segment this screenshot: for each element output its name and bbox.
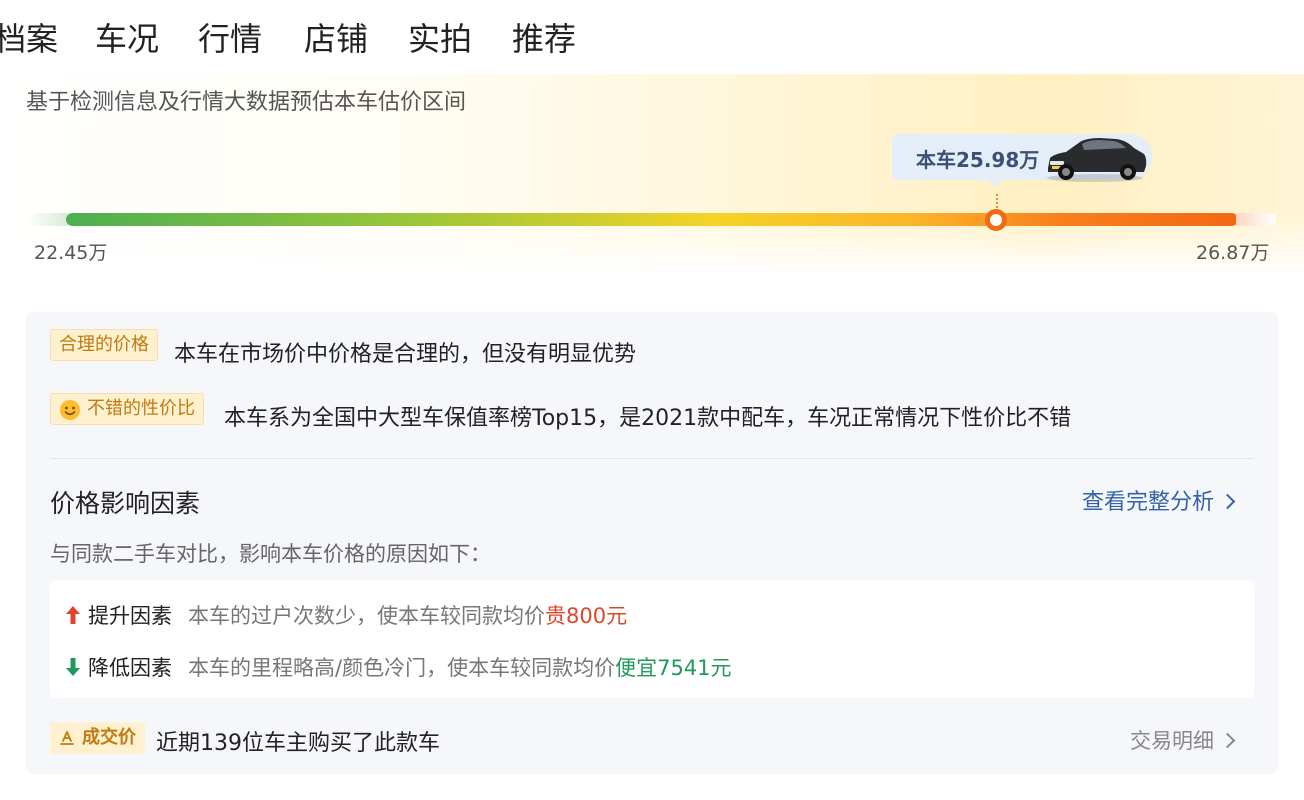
deal-icon <box>60 731 74 745</box>
tab-recommend[interactable]: 推荐 <box>512 14 576 60</box>
deal-price-tag-label: 成交价 <box>82 727 136 748</box>
price-bar-left-fade <box>28 213 68 226</box>
price-factors-title: 价格影响因素 <box>50 489 201 518</box>
arrow-down-icon <box>66 658 80 676</box>
view-full-analysis-label: 查看完整分析 <box>1082 490 1215 515</box>
good-value-text: 本车系为全国中大型车保值率榜Top15，是2021款中配车，车况正常情况下性价比… <box>224 406 1072 431</box>
price-analysis-card: 合理的价格 本车在市场价中价格是合理的，但没有明显优势 不错的性价比 本车系为全… <box>26 312 1278 774</box>
transaction-details-link[interactable]: 交易明细 <box>1130 725 1236 755</box>
factor-up-amount: 贵800元 <box>545 604 628 628</box>
good-value-tag-label: 不错的性价比 <box>87 398 195 419</box>
factor-down-desc: 本车的里程略高/颜色冷门，使本车较同款均价 <box>188 656 616 680</box>
factor-down-label: 降低因素 <box>88 656 172 680</box>
factor-list: 提升因素 本车的过户次数少，使本车较同款均价贵800元 降低因素 本车的里程略高/颜… <box>50 580 1254 698</box>
chevron-right-icon <box>1219 732 1236 749</box>
tab-photos[interactable]: 实拍 <box>408 14 472 60</box>
divider <box>50 458 1254 459</box>
good-value-tag: 不错的性价比 <box>50 393 204 425</box>
chevron-right-icon <box>1219 493 1236 510</box>
deal-price-tag: 成交价 <box>50 722 145 754</box>
factor-up-desc: 本车的过户次数少，使本车较同款均价 <box>188 604 545 628</box>
reasonable-price-text: 本车在市场价中价格是合理的，但没有明显优势 <box>174 342 637 367</box>
tab-bar: 档案 车况 行情 店铺 实拍 推荐 <box>0 0 1304 80</box>
price-max-label: 26.87万 <box>1196 242 1270 264</box>
tab-archive[interactable]: 档案 <box>0 14 58 60</box>
factor-down-amount: 便宜7541元 <box>615 656 732 680</box>
current-price-label: 本车25.98万 <box>916 148 1040 172</box>
price-range-bar <box>66 213 1238 226</box>
price-min-label: 22.45万 <box>34 242 108 264</box>
price-bar-right-fade <box>1236 213 1276 226</box>
deal-summary-text: 近期139位车主购买了此款车 <box>156 731 440 756</box>
car-icon <box>1047 138 1147 182</box>
factor-down-row: 降低因素 本车的里程略高/颜色冷门，使本车较同款均价便宜7541元 <box>64 652 732 682</box>
price-factors-subtitle: 与同款二手车对比，影响本车价格的原因如下： <box>50 542 491 566</box>
tab-store[interactable]: 店铺 <box>304 14 368 60</box>
transaction-details-label: 交易明细 <box>1130 729 1214 753</box>
tab-market[interactable]: 行情 <box>198 14 262 80</box>
tab-condition[interactable]: 车况 <box>95 14 159 60</box>
current-price-marker <box>985 209 1007 231</box>
view-full-analysis-link[interactable]: 查看完整分析 <box>1082 484 1236 516</box>
arrow-up-icon <box>66 606 80 624</box>
smile-icon <box>60 400 80 420</box>
factor-up-row: 提升因素 本车的过户次数少，使本车较同款均价贵800元 <box>64 600 627 630</box>
reasonable-price-tag: 合理的价格 <box>50 329 158 361</box>
valuation-subtitle: 基于检测信息及行情大数据预估本车估价区间 <box>26 90 467 115</box>
factor-up-label: 提升因素 <box>88 604 172 628</box>
